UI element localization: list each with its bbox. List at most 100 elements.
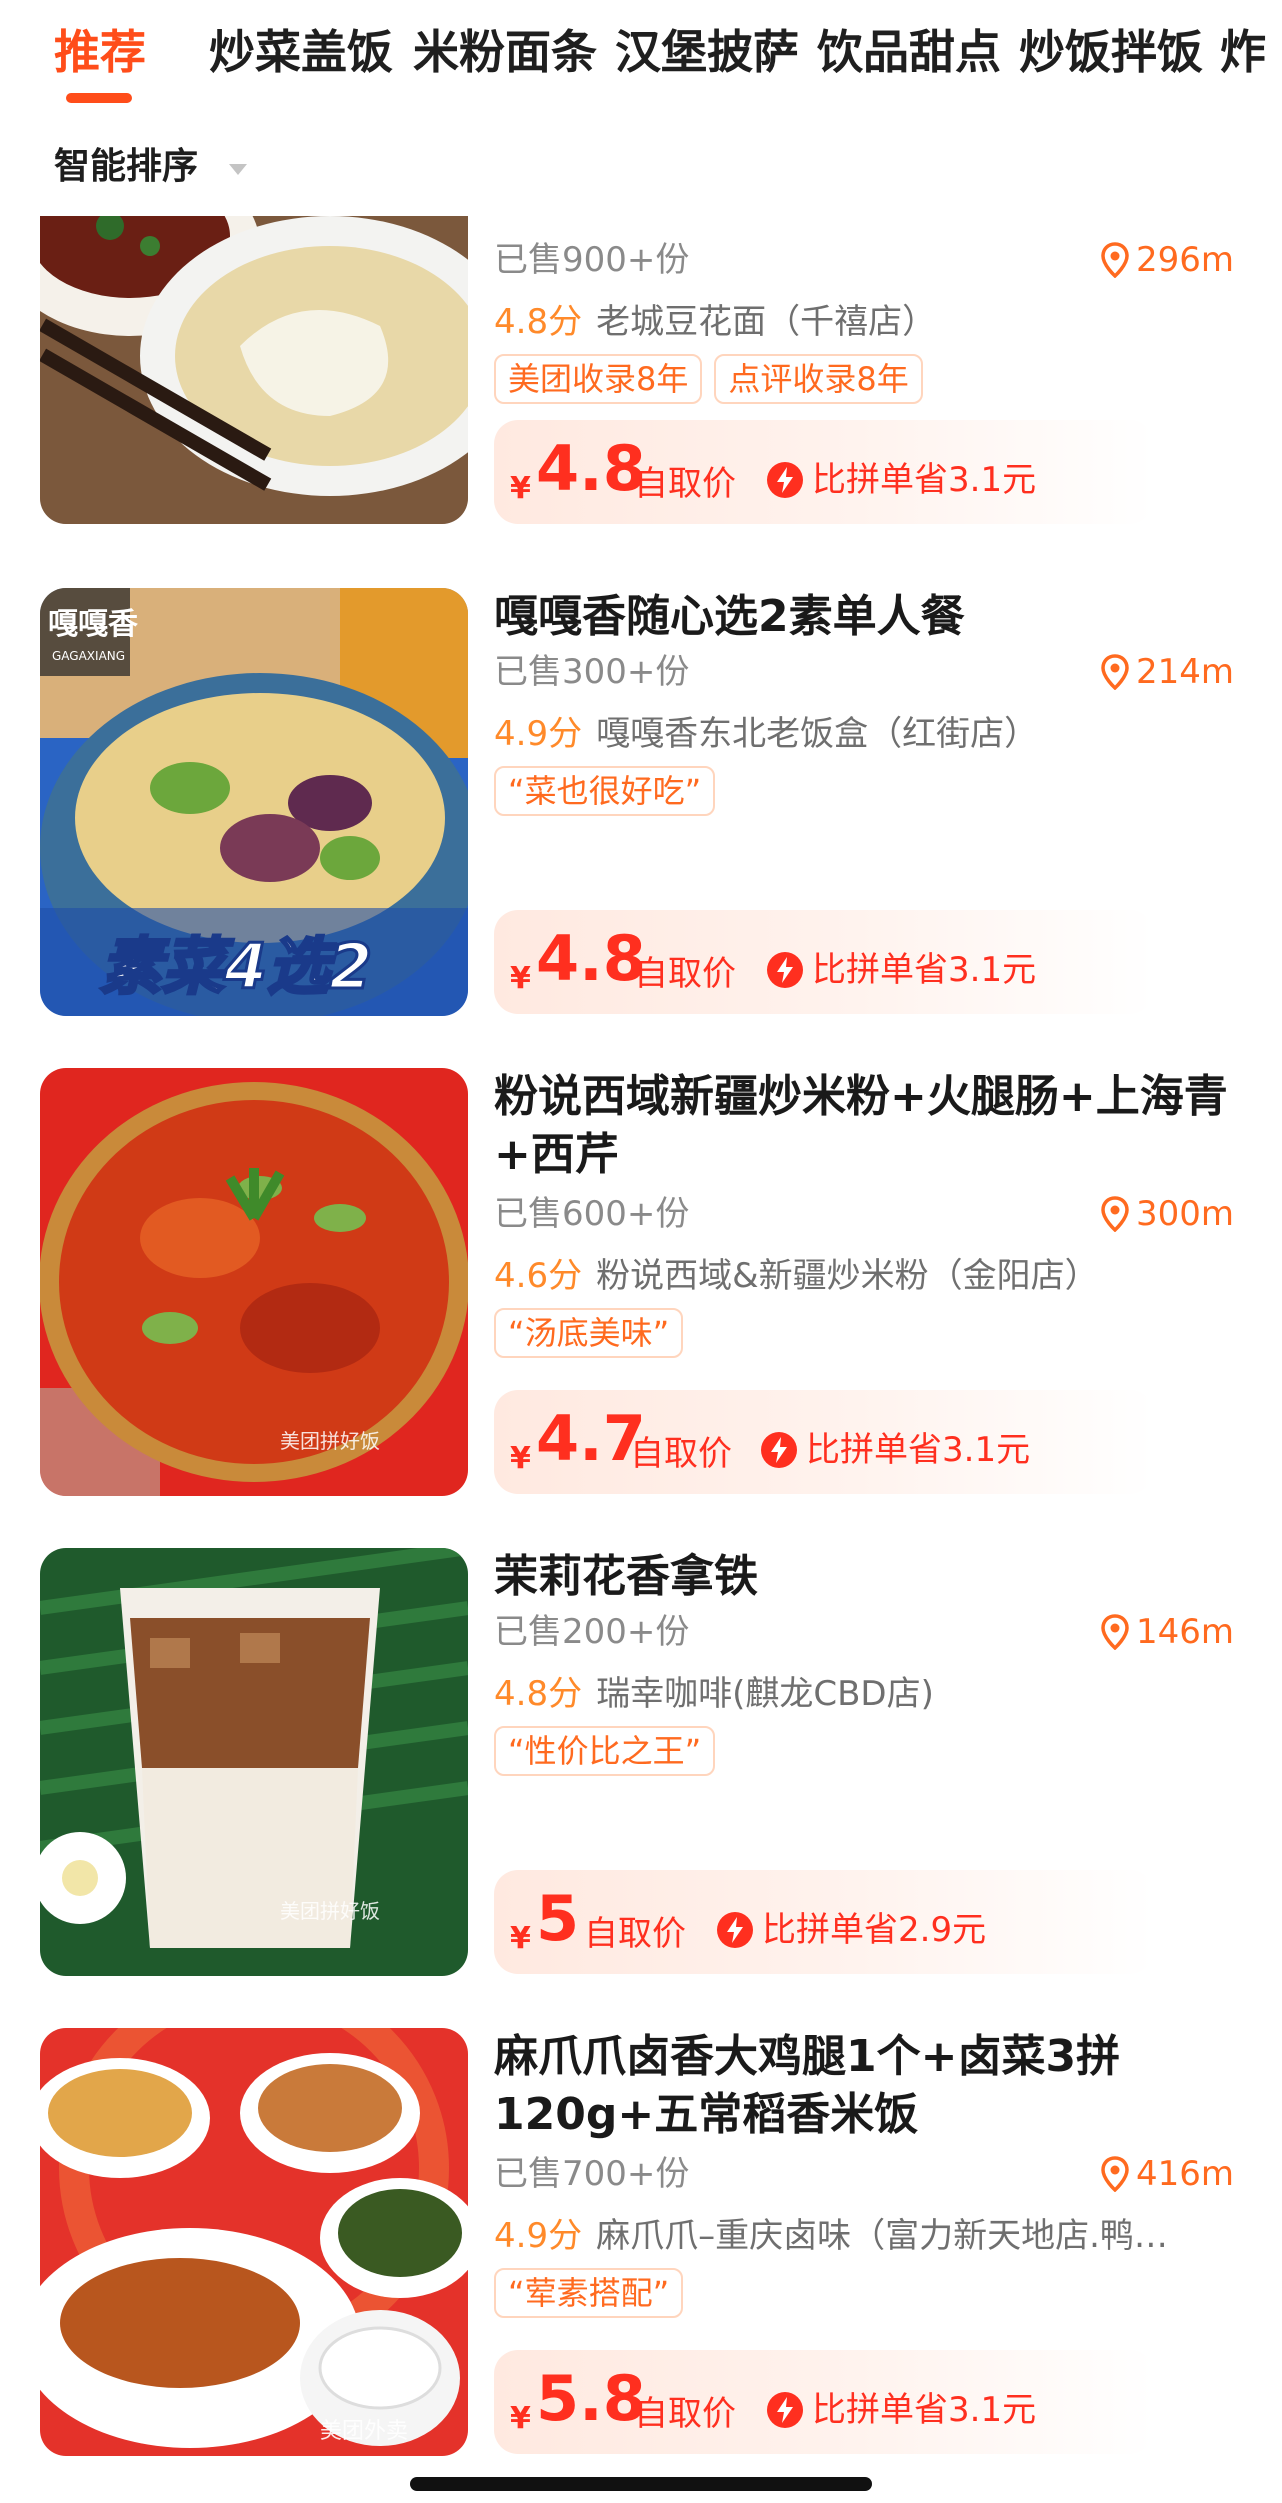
distance: 214m [1100,650,1234,694]
image-watermark: 美团外卖 [320,2419,408,2444]
category-tabs: 推荐 炒菜盖饭 米粉面条 汉堡披萨 饮品甜点 炒饭拌饭 炸 [0,0,1282,120]
product-image[interactable] [40,216,468,524]
saving-text: 比拼单省2.9元 [762,1910,987,1950]
lightning-icon [761,1432,797,1468]
tag-list: “汤底美味” [494,1308,684,1358]
distance-value: 214m [1135,652,1234,692]
tag: “菜也很好吃” [494,766,716,816]
tag: “性价比之王” [494,1726,716,1776]
shop-line[interactable]: 4.9分 嘎嘎香东北老饭盒（红街店） [494,712,1236,756]
currency-symbol: ¥ [510,961,531,996]
saving-text: 比拼单省3.1元 [812,950,1037,990]
price-bar[interactable]: ¥ 5 自取价 比拼单省2.9元 [494,1870,1154,1974]
sold-count: 已售600+份 [494,1194,690,1234]
product-card[interactable]: 美团拼好饭 茉莉花香拿铁 已售200+份 146m 4.8分 瑞幸咖啡(麒龙CBD… [0,1548,1282,2008]
lightning-icon [767,952,803,988]
location-pin-icon [1101,1196,1129,1232]
distance-value: 416m [1135,2154,1234,2194]
product-image[interactable]: 嘎嘎香 GAGAXIANG 素菜4选2 [40,588,468,1016]
sold-count: 已售900+份 [494,240,690,280]
saving-info: 比拼单省3.1元 [760,1430,1030,1470]
active-tab-indicator [66,93,132,103]
tab-stir-fry-rice[interactable]: 炒菜盖饭 [209,22,393,82]
image-watermark: 美团拼好饭 [280,1429,380,1453]
price-note: 自取价 [584,1914,686,1954]
rating: 4.9分 [494,714,583,754]
currency-symbol: ¥ [510,1441,531,1476]
distance-value: 296m [1135,240,1234,280]
distance-value: 300m [1135,1194,1234,1234]
saving-info: 比拼单省3.1元 [766,2390,1036,2430]
product-title[interactable]: 嘎嘎香随心选2素单人餐 [494,588,1234,646]
location-pin-icon [1101,654,1129,690]
price-note: 自取价 [634,2394,736,2434]
tag-list: “菜也很好吃” [494,766,716,816]
sort-dropdown[interactable]: 智能排序 [54,142,198,192]
currency-symbol: ¥ [510,1921,531,1956]
price-note: 自取价 [634,464,736,504]
home-indicator[interactable] [410,2477,872,2491]
tag-list: 美团收录8年 点评收录8年 [494,354,923,404]
location-pin-icon [1101,242,1129,278]
shop-line[interactable]: 4.9分 麻爪爪–重庆卤味（富力新天地店.鸭… [494,2214,1236,2258]
saving-text: 比拼单省3.1元 [812,2390,1037,2430]
distance: 300m [1100,1192,1234,1236]
sold-count: 已售700+份 [494,2154,690,2194]
shop-name: 瑞幸咖啡(麒龙CBD店) [596,1674,934,1714]
saving-text: 比拼单省3.1元 [806,1430,1031,1470]
rating: 4.8分 [494,302,583,342]
product-title[interactable]: 粉说西域新疆炒米粉+火腿肠+上海青+西芹 [494,1068,1234,1184]
shop-line[interactable]: 4.6分 粉说西域&新疆炒米粉（金阳店） [494,1254,1236,1298]
image-watermark: 美团拼好饭 [280,1899,380,1923]
tag: “荤素搭配” [494,2268,684,2318]
product-image[interactable]: 美团外卖 [40,2028,468,2456]
price-bar[interactable]: ¥ 4.7 自取价 比拼单省3.1元 [494,1390,1154,1494]
sold-count: 已售200+份 [494,1612,690,1652]
shop-line[interactable]: 4.8分 老城豆花面（千禧店） [494,300,1236,344]
tab-recommend[interactable]: 推荐 [54,22,146,82]
product-image[interactable]: 美团拼好饭 [40,1068,468,1496]
product-image[interactable]: 美团拼好饭 [40,1548,468,1976]
lightning-icon [717,1912,753,1948]
product-card[interactable]: 美团拼好饭 粉说西域新疆炒米粉+火腿肠+上海青+西芹 已售600+份 300m … [0,1068,1282,1528]
tab-burger-pizza[interactable]: 汉堡披萨 [615,22,799,82]
shop-name: 粉说西域&新疆炒米粉（金阳店） [596,1256,1099,1296]
image-brand-subtext: GAGAXIANG [52,649,125,663]
tag: “汤底美味” [494,1308,684,1358]
tag-list: “性价比之王” [494,1726,716,1776]
price-note: 自取价 [630,1434,732,1474]
shop-line[interactable]: 4.8分 瑞幸咖啡(麒龙CBD店) [494,1672,1236,1716]
product-card[interactable]: 已售900+份 296m 4.8分 老城豆花面（千禧店） 美团收录8年 点评收录8… [0,216,1282,556]
lightning-icon [767,462,803,498]
lightning-icon [767,2392,803,2428]
distance: 416m [1100,2152,1234,2196]
shop-name: 老城豆花面（千禧店） [596,302,937,342]
price-bar[interactable]: ¥ 4.8 自取价 比拼单省3.1元 [494,420,1154,524]
tab-fried[interactable]: 炸 [1220,22,1266,82]
sold-count: 已售300+份 [494,652,690,692]
tab-noodles[interactable]: 米粉面条 [413,22,597,82]
distance: 146m [1100,1610,1234,1654]
rating: 4.8分 [494,1674,583,1714]
caret-down-icon[interactable] [229,164,247,175]
product-title[interactable]: 茉莉花香拿铁 [494,1548,1234,1606]
product-card[interactable]: 嘎嘎香 GAGAXIANG 素菜4选2 嘎嘎香随心选2素单人餐 已售300+份 … [0,588,1282,1048]
shop-name: 麻爪爪–重庆卤味（富力新天地店.鸭… [596,2216,1168,2256]
price-value: 5.8 [536,2362,646,2435]
product-title[interactable]: 麻爪爪卤香大鸡腿1个+卤菜3拼120g+五常稻香米饭 [494,2028,1234,2144]
price-bar[interactable]: ¥ 4.8 自取价 比拼单省3.1元 [494,910,1154,1014]
saving-info: 比拼单省3.1元 [766,950,1036,990]
product-feed: 已售900+份 296m 4.8分 老城豆花面（千禧店） 美团收录8年 点评收录8… [0,216,1282,2503]
distance-value: 146m [1135,1612,1234,1652]
tab-drinks-desserts[interactable]: 饮品甜点 [817,22,1001,82]
product-card[interactable]: 美团外卖 麻爪爪卤香大鸡腿1个+卤菜3拼120g+五常稻香米饭 已售700+份 … [0,2028,1282,2488]
image-brand-text: 嘎嘎香 [48,607,138,642]
distance: 296m [1100,238,1234,282]
price-bar[interactable]: ¥ 5.8 自取价 比拼单省3.1元 [494,2350,1154,2454]
saving-info: 比拼单省2.9元 [716,1910,986,1950]
price-value: 4.8 [536,432,646,505]
app-root: 推荐 炒菜盖饭 米粉面条 汉堡披萨 饮品甜点 炒饭拌饭 炸 智能排序 已售900… [0,0,1282,2503]
tab-fried-rice[interactable]: 炒饭拌饭 [1019,22,1203,82]
price-note: 自取价 [634,954,736,994]
image-overlay-text: 素菜4选2 [100,930,372,1003]
